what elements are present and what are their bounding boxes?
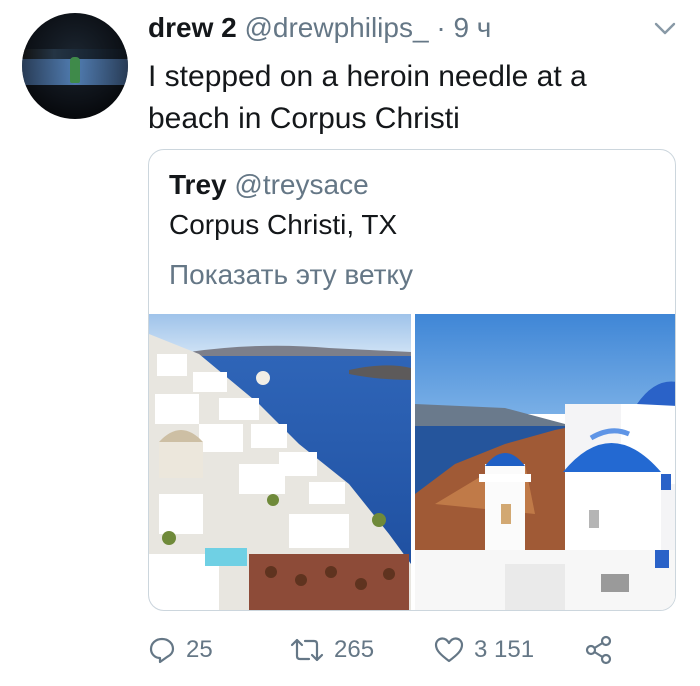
quoted-display-name: Trey — [169, 169, 227, 200]
quoted-header: Trey @treysace — [169, 168, 369, 202]
photo-santorini-white-buildings[interactable] — [149, 314, 411, 610]
share-icon — [585, 635, 612, 665]
timestamp[interactable]: 9 ч — [453, 12, 491, 43]
quoted-tweet[interactable]: Trey @treysace Corpus Christi, TX Показа… — [148, 149, 676, 611]
share-button[interactable] — [584, 628, 624, 672]
tweet-text: I stepped on a heroin needle at a beach … — [148, 60, 587, 135]
photo-santorini-blue-domes[interactable] — [415, 314, 675, 610]
quoted-text: Corpus Christi, TX — [169, 209, 398, 240]
reply-icon — [149, 637, 175, 664]
santorini-white-buildings-image — [149, 314, 411, 610]
tweet-header: drew 2 @drewphilips_ · 9 ч — [148, 11, 491, 45]
show-thread-link[interactable]: Показать эту ветку — [169, 258, 413, 292]
retweet-count: 265 — [334, 636, 375, 663]
like-icon — [434, 637, 464, 663]
quoted-handle: @treysace — [234, 169, 369, 200]
avatar[interactable] — [22, 13, 128, 119]
avatar-person — [70, 57, 80, 83]
user-handle[interactable]: @drewphilips_ — [244, 12, 428, 43]
like-count: 3 151 — [474, 636, 535, 663]
reply-count: 25 — [186, 636, 213, 663]
retweet-icon — [290, 638, 324, 662]
santorini-blue-domes-image — [415, 314, 675, 610]
display-name[interactable]: drew 2 — [148, 12, 237, 43]
separator-dot: · — [436, 12, 446, 43]
like-button[interactable]: 3 151 — [434, 628, 534, 672]
retweet-button[interactable]: 265 — [290, 628, 374, 672]
action-bar: 25 265 3 151 — [148, 628, 676, 672]
reply-button[interactable]: 25 — [148, 628, 213, 672]
chevron-down-icon[interactable] — [652, 18, 678, 38]
